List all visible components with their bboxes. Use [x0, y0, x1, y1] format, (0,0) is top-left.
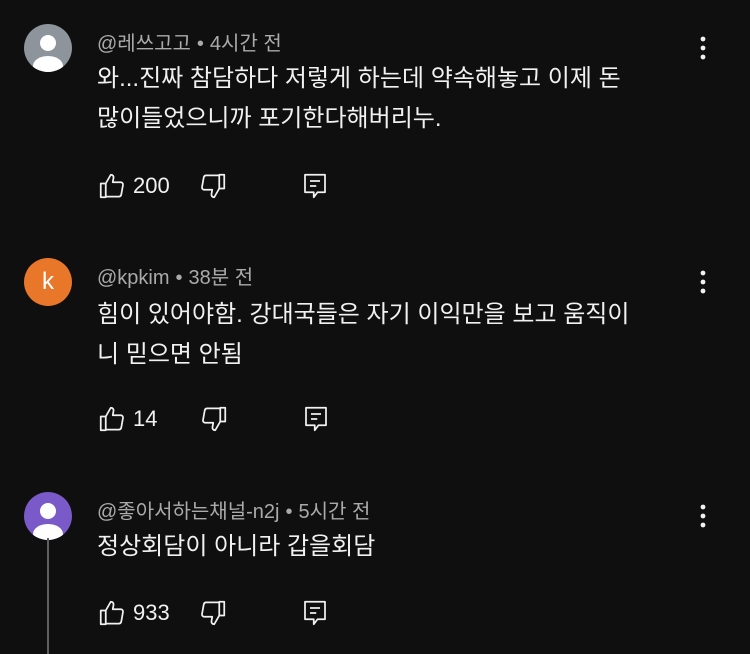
thread-line — [47, 538, 49, 654]
like-count: 14 — [133, 406, 158, 431]
more-vertical-icon — [700, 270, 706, 294]
comment-line: 힘이 있어야함. 강대국들은 자기 이익만을 보고 움직이 — [97, 301, 630, 328]
dislike-button[interactable] — [198, 598, 228, 628]
dislike-button[interactable] — [199, 404, 229, 434]
more-button[interactable] — [688, 267, 718, 297]
separator-dot: • — [285, 501, 293, 523]
comment-time[interactable]: 38분 전 — [189, 267, 254, 289]
thumbs-down-icon — [200, 600, 225, 626]
reply-button[interactable] — [300, 171, 330, 201]
thumbs-up-icon — [99, 600, 124, 626]
dislike-button[interactable] — [198, 171, 228, 201]
reply-icon — [303, 600, 326, 626]
reply-button[interactable] — [300, 598, 330, 628]
more-vertical-icon — [700, 504, 706, 528]
like-button[interactable]: 200 — [97, 171, 170, 201]
comment-line: 많이들었으니까 포기한다해버리누. — [97, 105, 442, 132]
thumbs-down-icon — [200, 173, 225, 199]
separator-dot: • — [196, 33, 204, 55]
comment-text: 정상회담이 아니라 갑을회담 — [97, 527, 687, 567]
comment-time[interactable]: 5시간 전 — [298, 501, 370, 523]
author-name[interactable]: @레쓰고고 — [97, 33, 191, 55]
comment-meta: @좋아서하는채널-n2j • 5시간 전 — [97, 495, 370, 524]
like-button[interactable]: 14 — [97, 404, 157, 434]
avatar[interactable]: k — [24, 258, 72, 306]
comment-line: 니 믿으면 안됨 — [97, 341, 243, 368]
comment-meta: @kpkim • 38분 전 — [97, 261, 253, 290]
avatar[interactable] — [24, 492, 72, 540]
comment-time[interactable]: 4시간 전 — [210, 33, 282, 55]
person-silhouette-icon — [33, 35, 63, 72]
thumbs-up-icon — [99, 173, 124, 199]
author-name[interactable]: @좋아서하는채널-n2j — [97, 501, 279, 523]
reply-icon — [305, 406, 328, 432]
more-button[interactable] — [688, 33, 718, 63]
comment-line: 정상회담이 아니라 갑을회담 — [97, 533, 376, 560]
comment-text: 와...진짜 참담하다 저렇게 하는데 약속해놓고 이제 돈 많이들었으니까 포… — [97, 59, 687, 139]
like-count: 200 — [133, 173, 170, 198]
comment-text: 힘이 있어야함. 강대국들은 자기 이익만을 보고 움직이 니 믿으면 안됨 — [97, 295, 687, 375]
reply-icon — [303, 173, 326, 199]
like-count: 933 — [133, 600, 170, 625]
separator-dot: • — [175, 267, 183, 289]
comment-meta: @레쓰고고 • 4시간 전 — [97, 27, 282, 56]
author-name[interactable]: @kpkim — [97, 267, 170, 289]
comment-actions: 14 — [97, 403, 331, 435]
comment-actions: 933 — [97, 597, 330, 629]
thumbs-up-icon — [99, 406, 124, 432]
person-silhouette-icon — [33, 503, 63, 540]
reply-button[interactable] — [301, 404, 331, 434]
like-button[interactable]: 933 — [97, 598, 170, 628]
more-button[interactable] — [688, 501, 718, 531]
avatar-letter: k — [42, 268, 54, 295]
more-vertical-icon — [700, 36, 706, 60]
comment-line: 와...진짜 참담하다 저렇게 하는데 약속해놓고 이제 돈 — [97, 65, 621, 92]
comment-actions: 200 — [97, 170, 330, 202]
avatar[interactable] — [24, 24, 72, 72]
thumbs-down-icon — [202, 406, 227, 432]
